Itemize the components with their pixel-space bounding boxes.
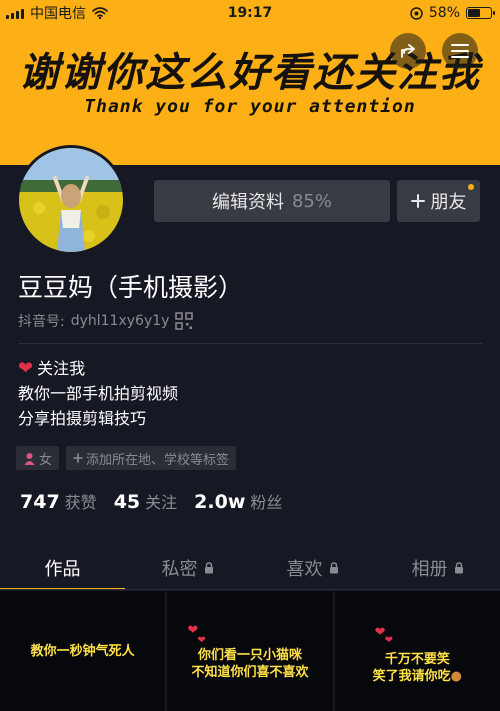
followers-label: 粉丝: [250, 493, 283, 512]
profile-tags: 女 添加所在地、学校等标签: [16, 446, 237, 470]
bio-line: 教你一部手机拍剪视频: [18, 384, 179, 403]
carrier-name: 中国电信: [30, 6, 86, 22]
caption-line: 教你一秒钟气死人: [30, 644, 135, 659]
tabs-border: [0, 589, 500, 590]
burger-icon: ●: [450, 669, 462, 684]
tab-label: 私密: [161, 558, 198, 580]
gender-tag[interactable]: 女: [16, 446, 60, 470]
tab-album[interactable]: 相册: [375, 545, 500, 590]
plus-icon: [410, 194, 425, 208]
douyin-id-value: dyhl11xy6y1y: [70, 313, 170, 329]
douyin-id-row[interactable]: 抖音号: dyhl11xy6y1y: [18, 311, 194, 331]
video-caption: 你们看一只小猫咪 不知道你们喜不喜欢: [167, 647, 332, 681]
tab-label: 作品: [44, 558, 81, 580]
followers-stat[interactable]: 2.0w 粉丝: [194, 489, 282, 513]
lock-icon: [454, 561, 463, 573]
add-tag-label: 添加所在地、学校等标签: [86, 452, 230, 468]
status-bar: 中国电信 19:17 58%: [0, 0, 500, 26]
battery-icon: [466, 7, 495, 19]
video-grid: 教你一秒钟气死人 ❤ ❤ 你们看一只小猫咪 不知道你们喜不喜欢 ❤ ❤ 千万不要…: [0, 591, 500, 711]
followers-count: 2.0w: [194, 491, 246, 513]
caption-line: 千万不要笑: [384, 652, 450, 667]
banner-subtitle: Thank you for your attention: [84, 96, 416, 117]
add-tag-button[interactable]: 添加所在地、学校等标签: [66, 446, 237, 470]
tab-works[interactable]: 作品: [0, 545, 125, 590]
video-thumbnail[interactable]: ❤ ❤ 你们看一只小猫咪 不知道你们喜不喜欢: [167, 591, 333, 711]
likes-label: 获赞: [64, 493, 97, 512]
share-button[interactable]: [390, 33, 426, 69]
likes-count: 747: [20, 491, 60, 513]
add-friend-button[interactable]: 朋友: [397, 180, 480, 222]
heart-icon: ❤: [18, 358, 34, 379]
video-caption: 千万不要笑 笑了我请你吃●: [335, 651, 500, 685]
bio-line: 分享拍摄剪辑技巧: [18, 409, 147, 428]
signal-icon: [6, 7, 24, 19]
battery-percent: 58%: [428, 5, 460, 21]
edit-profile-progress: 85%: [291, 190, 332, 212]
plus-icon: [73, 453, 83, 463]
caption-line: 笑了我请你吃: [372, 669, 451, 684]
heart-icon: ❤: [197, 635, 206, 646]
location-lock-icon: [410, 6, 423, 20]
menu-icon: [451, 44, 469, 58]
divider: [18, 343, 482, 344]
tab-private[interactable]: 私密: [125, 545, 250, 590]
wifi-icon: [92, 7, 108, 19]
following-count: 45: [113, 491, 141, 513]
gender-label: 女: [39, 452, 53, 468]
tab-likes[interactable]: 喜欢: [250, 545, 375, 590]
following-label: 关注: [145, 493, 178, 512]
caption-line: 不知道你们喜不喜欢: [191, 665, 309, 680]
douyin-id-label: 抖音号:: [18, 314, 65, 330]
menu-button[interactable]: [442, 33, 478, 69]
avatar[interactable]: [16, 145, 126, 255]
lock-icon: [329, 561, 338, 573]
likes-stat[interactable]: 747 获赞: [20, 489, 97, 513]
tab-label: 喜欢: [286, 558, 323, 580]
bio-line: 关注我: [37, 359, 86, 378]
heart-icon: ❤: [384, 635, 394, 646]
female-icon: [24, 452, 35, 465]
video-thumbnail[interactable]: ❤ ❤ 千万不要笑 笑了我请你吃●: [334, 591, 500, 711]
edit-profile-button[interactable]: 编辑资料 85%: [154, 180, 390, 222]
profile-stats: 747 获赞 45 关注 2.0w 粉丝: [20, 489, 282, 513]
lock-icon: [204, 561, 213, 573]
add-friend-label: 朋友: [430, 192, 467, 213]
tab-label: 相册: [411, 558, 448, 580]
qr-code-icon[interactable]: [175, 312, 194, 330]
profile-name: 豆豆妈（手机摄影）: [18, 273, 244, 302]
profile-bio: ❤ 关注我 教你一部手机拍剪视频 分享拍摄剪辑技巧: [18, 356, 178, 431]
edit-profile-label: 编辑资料: [211, 192, 284, 213]
video-thumbnail[interactable]: 教你一秒钟气死人: [0, 591, 166, 711]
caption-line: 你们看一只小猫咪: [197, 648, 302, 663]
following-stat[interactable]: 45 关注: [114, 489, 177, 513]
notification-dot: [468, 184, 474, 190]
share-icon: [401, 44, 415, 58]
content-tabs: 作品 私密 喜欢 相册: [0, 545, 500, 590]
video-caption: 教你一秒钟气死人: [0, 643, 165, 660]
